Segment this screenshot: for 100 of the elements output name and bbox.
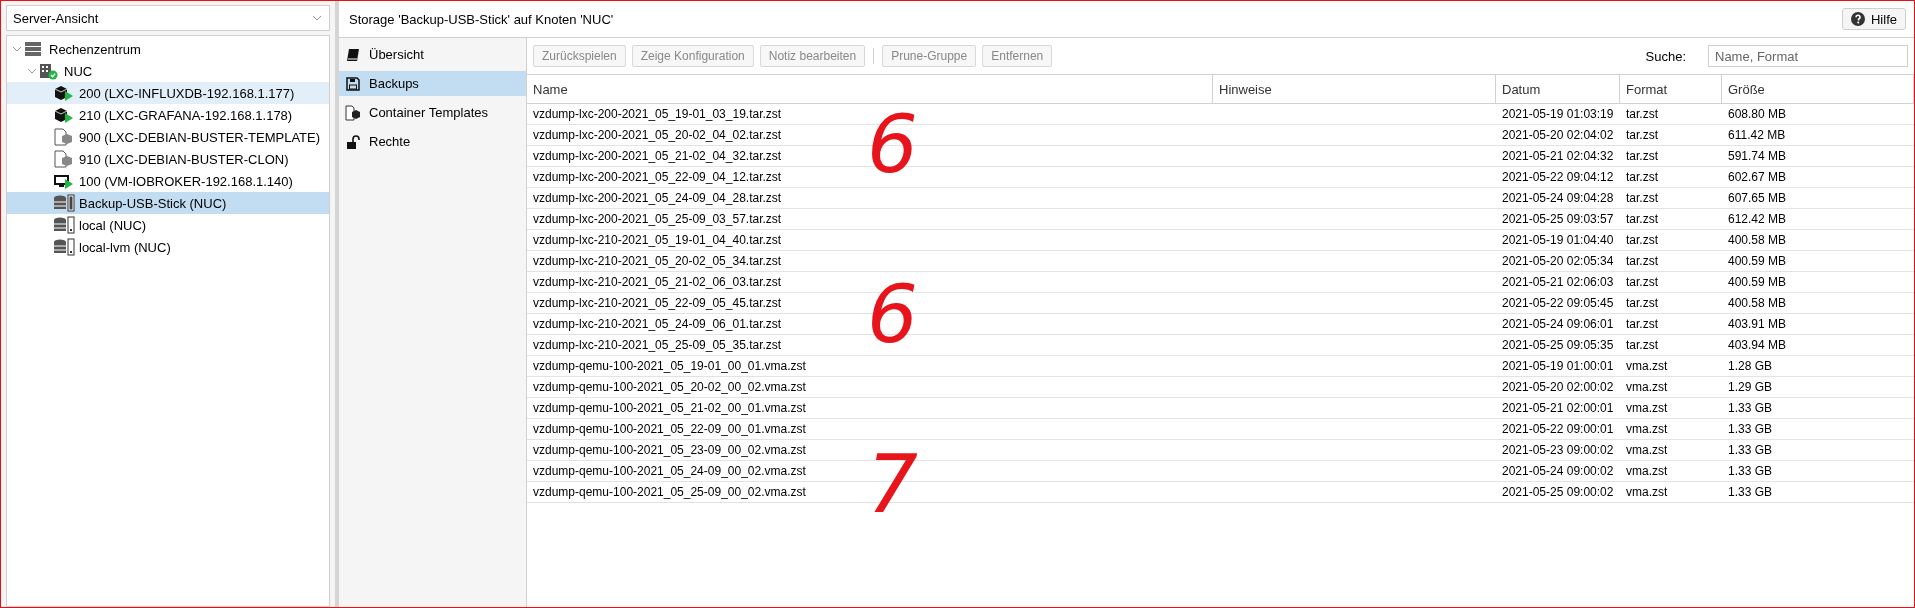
column-header[interactable]: Format	[1620, 75, 1722, 104]
table-cell: 400.58 MB	[1722, 230, 1914, 251]
tree-item[interactable]: 210 (LXC-GRAFANA-192.168.1.178)	[7, 104, 329, 126]
tree-item[interactable]: 100 (VM-IOBROKER-192.168.1.140)	[7, 170, 329, 192]
table-cell: vma.zst	[1620, 398, 1722, 419]
table-cell: tar.zst	[1620, 335, 1722, 356]
table-cell: tar.zst	[1620, 230, 1722, 251]
search-label: Suche:	[1645, 48, 1686, 64]
tree-item[interactable]: 900 (LXC-DEBIAN-BUSTER-TEMPLATE)	[7, 126, 329, 148]
table-cell: 2021-05-25 09:03:57	[1496, 209, 1620, 230]
table-cell: 2021-05-19 01:00:01	[1496, 356, 1620, 377]
table-cell: vzdump-lxc-200-2021_05_24-09_04_28.tar.zst	[527, 188, 1213, 209]
tree-item[interactable]: Backup-USB-Stick (NUC)	[7, 192, 329, 214]
table-cell: tar.zst	[1620, 125, 1722, 146]
table-cell: tar.zst	[1620, 251, 1722, 272]
table-cell: 2021-05-20 02:04:02	[1496, 125, 1620, 146]
storage-usb-icon	[53, 194, 75, 212]
column-header[interactable]: Name	[527, 75, 1213, 104]
table-cell: vzdump-qemu-100-2021_05_19-01_00_01.vma.zst	[527, 356, 1213, 377]
table-cell: 1.33 GB	[1722, 419, 1914, 440]
table-cell: tar.zst	[1620, 188, 1722, 209]
nav-item[interactable]: Übersicht	[339, 42, 526, 67]
table-cell: 2021-05-20 02:00:02	[1496, 377, 1620, 398]
tree-item[interactable]: 200 (LXC-INFLUXDB-192.168.1.177)	[7, 82, 329, 104]
table-cell: 2021-05-22 09:00:01	[1496, 419, 1620, 440]
table-cell: tar.zst	[1620, 104, 1722, 125]
table-cell: vzdump-lxc-210-2021_05_19-01_04_40.tar.zst	[527, 230, 1213, 251]
table-cell: 1.33 GB	[1722, 482, 1914, 503]
table-cell: vzdump-lxc-200-2021_05_25-09_03_57.tar.zst	[527, 209, 1213, 230]
storage-disk-icon	[53, 216, 75, 234]
view-dropdown[interactable]: Server-Ansicht	[6, 5, 330, 31]
table-cell: 2021-05-20 02:05:34	[1496, 251, 1620, 272]
table-cell: vzdump-qemu-100-2021_05_22-09_00_01.vma.zst	[527, 419, 1213, 440]
tree-item[interactable]: NUC	[7, 60, 329, 82]
template-icon	[53, 150, 75, 168]
table-cell: 2021-05-21 02:04:32	[1496, 146, 1620, 167]
table-cell: 400.59 MB	[1722, 272, 1914, 293]
table-cell: tar.zst	[1620, 209, 1722, 230]
column-header[interactable]: Datum	[1496, 75, 1620, 104]
table-cell: 1.28 GB	[1722, 356, 1914, 377]
table-cell: tar.zst	[1620, 314, 1722, 335]
table-cell: 1.33 GB	[1722, 440, 1914, 461]
table-cell: 403.94 MB	[1722, 335, 1914, 356]
table-cell: 2021-05-21 02:06:03	[1496, 272, 1620, 293]
table-cell: 2021-05-19 01:04:40	[1496, 230, 1620, 251]
template-icon	[345, 104, 361, 121]
table-cell: 2021-05-25 09:05:35	[1496, 335, 1620, 356]
help-button[interactable]: Hilfe	[1842, 8, 1906, 30]
table-cell: vzdump-qemu-100-2021_05_20-02_00_02.vma.zst	[527, 377, 1213, 398]
table-cell: 602.67 MB	[1722, 167, 1914, 188]
column-header[interactable]: Größe	[1722, 75, 1914, 104]
table-cell: vma.zst	[1620, 482, 1722, 503]
table-cell: vma.zst	[1620, 356, 1722, 377]
storage-disk-icon	[53, 238, 75, 256]
tree-item[interactable]: Rechenzentrum	[7, 38, 329, 60]
building-check-icon	[38, 62, 60, 80]
table-cell: 612.42 MB	[1722, 209, 1914, 230]
table-cell: 400.58 MB	[1722, 293, 1914, 314]
table-cell: 2021-05-23 09:00:02	[1496, 440, 1620, 461]
table-cell: vzdump-qemu-100-2021_05_21-02_00_01.vma.zst	[527, 398, 1213, 419]
table-cell: tar.zst	[1620, 272, 1722, 293]
table-cell: 607.65 MB	[1722, 188, 1914, 209]
container-running-icon	[53, 106, 75, 124]
table-cell: 2021-05-22 09:05:45	[1496, 293, 1620, 314]
nav-item[interactable]: Backups	[339, 71, 526, 96]
nav-item[interactable]: Container Templates	[339, 100, 526, 125]
table-cell: 2021-05-25 09:00:02	[1496, 482, 1620, 503]
table-cell: 400.59 MB	[1722, 251, 1914, 272]
table-cell: 403.91 MB	[1722, 314, 1914, 335]
table-cell: 591.74 MB	[1722, 146, 1914, 167]
question-icon	[1851, 12, 1865, 26]
table-cell: 1.33 GB	[1722, 398, 1914, 419]
table-cell: 2021-05-19 01:03:19	[1496, 104, 1620, 125]
table-cell: 2021-05-21 02:00:01	[1496, 398, 1620, 419]
column-header[interactable]: Hinweise	[1213, 75, 1496, 104]
table-cell: 2021-05-24 09:00:02	[1496, 461, 1620, 482]
table-cell: 2021-05-24 09:04:28	[1496, 188, 1620, 209]
tree-item[interactable]: local (NUC)	[7, 214, 329, 236]
table-cell: 1.29 GB	[1722, 377, 1914, 398]
table-cell: tar.zst	[1620, 167, 1722, 188]
container-running-icon	[53, 84, 75, 102]
table-cell: 611.42 MB	[1722, 125, 1914, 146]
table-cell: vma.zst	[1620, 377, 1722, 398]
monitor-running-icon	[53, 172, 75, 190]
table-cell: tar.zst	[1620, 146, 1722, 167]
table-cell: 2021-05-24 09:06:01	[1496, 314, 1620, 335]
tree-item[interactable]: 910 (LXC-DEBIAN-BUSTER-CLON)	[7, 148, 329, 170]
table-cell: 608.80 MB	[1722, 104, 1914, 125]
table-cell: vzdump-lxc-210-2021_05_20-02_05_34.tar.zst	[527, 251, 1213, 272]
table-cell: vma.zst	[1620, 461, 1722, 482]
book-icon	[345, 46, 361, 63]
table-cell: vma.zst	[1620, 419, 1722, 440]
nav-item[interactable]: Rechte	[339, 129, 526, 154]
unlock-icon	[345, 133, 361, 150]
tree-item[interactable]: local-lvm (NUC)	[7, 236, 329, 258]
table-cell: vma.zst	[1620, 440, 1722, 461]
table-cell: 1.33 GB	[1722, 461, 1914, 482]
table-cell: tar.zst	[1620, 293, 1722, 314]
search-field[interactable]: Name, Format	[1708, 45, 1908, 67]
template-icon	[53, 128, 75, 146]
